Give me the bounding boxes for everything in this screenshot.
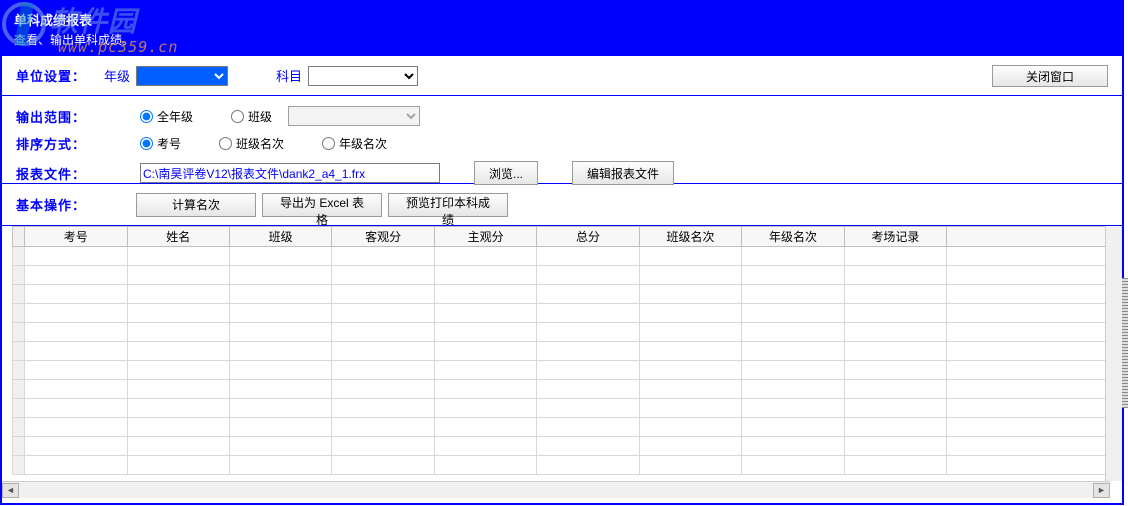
- window-subtitle: 查看、输出单科成绩。: [14, 31, 1110, 48]
- calc-rank-button[interactable]: 计算名次: [136, 193, 256, 217]
- table-row[interactable]: [13, 304, 1108, 323]
- col-header[interactable]: 姓名: [127, 227, 229, 247]
- basic-ops-panel: 基本操作： 计算名次 导出为 Excel 表格 预览打印本科成绩: [2, 184, 1122, 226]
- subject-label: 科目: [276, 66, 302, 85]
- col-header[interactable]: 考号: [25, 227, 127, 247]
- col-header[interactable]: 总分: [537, 227, 639, 247]
- export-excel-button[interactable]: 导出为 Excel 表格: [262, 193, 382, 217]
- unit-settings-panel: 单位设置： 年级 科目 关闭窗口: [2, 56, 1122, 96]
- col-header[interactable]: 班级名次: [639, 227, 741, 247]
- table-row[interactable]: [13, 266, 1108, 285]
- sort-examno-radio[interactable]: 考号: [140, 135, 181, 152]
- report-file-label: 报表文件：: [16, 164, 98, 183]
- scroll-left-icon[interactable]: ◄: [2, 483, 19, 498]
- col-header[interactable]: 班级: [229, 227, 331, 247]
- table-row[interactable]: [13, 361, 1108, 380]
- scope-all-radio[interactable]: 全年级: [140, 108, 193, 125]
- sort-classrank-radio[interactable]: 班级名次: [219, 135, 284, 152]
- horizontal-scrollbar[interactable]: ◄ ►: [2, 481, 1110, 498]
- unit-settings-label: 单位设置：: [16, 66, 98, 85]
- grade-label: 年级: [104, 66, 130, 85]
- browse-button[interactable]: 浏览...: [474, 161, 538, 185]
- table-row[interactable]: [13, 247, 1108, 266]
- output-range-panel: 输出范围： 全年级 班级 排序方式： 考号 班级名次: [2, 96, 1122, 184]
- table-row[interactable]: [13, 456, 1108, 475]
- table-row[interactable]: [13, 323, 1108, 342]
- col-header[interactable]: 客观分: [332, 227, 434, 247]
- basic-ops-label: 基本操作：: [16, 195, 98, 214]
- col-header[interactable]: [13, 227, 25, 247]
- report-file-input[interactable]: [140, 163, 440, 183]
- results-table[interactable]: 考号姓名班级客观分主观分总分班级名次年级名次考场记录: [12, 226, 1108, 475]
- preview-print-button[interactable]: 预览打印本科成绩: [388, 193, 508, 217]
- scope-class-radio[interactable]: 班级: [231, 108, 272, 125]
- col-header[interactable]: 主观分: [434, 227, 536, 247]
- output-scope-label: 输出范围：: [16, 107, 98, 126]
- close-window-button[interactable]: 关闭窗口: [992, 65, 1108, 87]
- col-header[interactable]: 年级名次: [742, 227, 844, 247]
- side-handle[interactable]: [1122, 278, 1128, 408]
- table-row[interactable]: [13, 380, 1108, 399]
- grade-select[interactable]: [136, 66, 228, 86]
- scroll-right-icon[interactable]: ►: [1093, 483, 1110, 498]
- sort-label: 排序方式：: [16, 134, 98, 153]
- table-row[interactable]: [13, 399, 1108, 418]
- col-header[interactable]: [947, 227, 1108, 247]
- table-row[interactable]: [13, 285, 1108, 304]
- results-table-area: 考号姓名班级客观分主观分总分班级名次年级名次考场记录 ◄ ►: [2, 226, 1122, 498]
- col-header[interactable]: 考场记录: [844, 227, 946, 247]
- window-title: 单科成绩报表: [14, 10, 1110, 29]
- edit-report-button[interactable]: 编辑报表文件: [572, 161, 674, 185]
- table-row[interactable]: [13, 418, 1108, 437]
- main-window: 单科成绩报表 查看、输出单科成绩。 单位设置： 年级 科目 关闭窗口 输出范围：…: [0, 0, 1124, 505]
- subject-select[interactable]: [308, 66, 418, 86]
- class-select[interactable]: [288, 106, 420, 126]
- table-row[interactable]: [13, 342, 1108, 361]
- vertical-scrollbar[interactable]: [1105, 226, 1122, 481]
- table-row[interactable]: [13, 437, 1108, 456]
- sort-graderank-radio[interactable]: 年级名次: [322, 135, 387, 152]
- watermark-url: www.pc359.cn: [58, 38, 178, 56]
